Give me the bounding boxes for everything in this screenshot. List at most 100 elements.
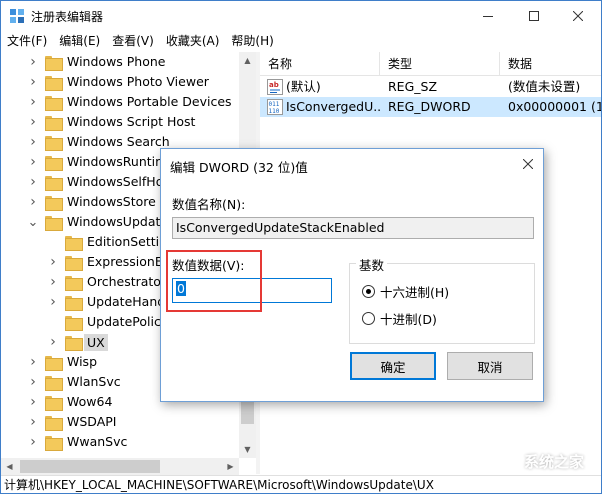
value-name: IsConvergedU... [286, 99, 380, 114]
edit-dword-dialog: 编辑 DWORD (32 位)值 数值名称(N): IsConvergedUpd… [160, 148, 544, 402]
tree-item-label: WindowsStore [67, 194, 156, 209]
tree-horizontal-scroll-thumb[interactable] [20, 460, 160, 473]
chevron-right-icon[interactable]: › [47, 292, 59, 312]
value-type: REG_DWORD [388, 99, 471, 114]
ok-button[interactable]: 确定 [350, 352, 436, 380]
chevron-down-icon[interactable]: ⌄ [27, 212, 39, 232]
tree-item-label: WindowsSelfHos [67, 174, 170, 189]
tree-item[interactable]: › Windows Photo Viewer [1, 72, 241, 92]
value-data-label: 数值数据(V): [172, 258, 245, 273]
list-header: 名称 类型 数据 [260, 52, 601, 76]
column-header-data[interactable]: 数据 [500, 52, 601, 76]
value-data-text: 0 [176, 281, 186, 296]
window-title: 注册表编辑器 [31, 10, 104, 24]
folder-icon [65, 336, 83, 351]
folder-icon [45, 436, 63, 451]
chevron-right-icon[interactable]: › [27, 172, 39, 192]
svg-text:011: 011 [269, 101, 280, 108]
chevron-right-icon[interactable]: › [27, 72, 39, 92]
watermark: 系统之家 [499, 447, 601, 475]
radio-decimal[interactable]: 十进制(D) [362, 309, 437, 328]
folder-icon [45, 56, 63, 71]
chevron-right-icon[interactable]: › [27, 432, 39, 452]
tree-item-label: Wow64 [67, 394, 113, 409]
chevron-right-icon[interactable]: › [27, 412, 39, 432]
string-value-icon: ab [267, 79, 283, 95]
value-name: (默认) [286, 79, 321, 94]
scroll-down-icon[interactable]: ▼ [239, 441, 256, 458]
tree-item-label: UX [84, 334, 108, 351]
scroll-up-icon[interactable]: ▲ [239, 52, 256, 69]
chevron-right-icon[interactable]: › [27, 372, 39, 392]
folder-icon [45, 136, 63, 151]
value-type: REG_SZ [388, 79, 438, 94]
scroll-left-icon[interactable]: ◀ [1, 458, 18, 475]
chevron-right-icon[interactable]: › [47, 252, 59, 272]
dialog-close-button[interactable] [513, 149, 543, 179]
value-row-isconverged[interactable]: 011 110 IsConvergedU... REG_DWORD 0x0000… [260, 97, 601, 117]
tree-item-label: Orchestrator [87, 274, 167, 289]
maximize-icon [529, 11, 539, 21]
tree-item-label: WindowsUpdate [67, 214, 169, 229]
chevron-right-icon[interactable]: › [27, 352, 39, 372]
chevron-right-icon[interactable]: › [47, 332, 59, 352]
tree-item[interactable]: › Windows Portable Devices [1, 92, 241, 112]
status-bar-path: 计算机\HKEY_LOCAL_MACHINE\SOFTWARE\Microsof… [1, 475, 601, 493]
folder-icon [65, 296, 83, 311]
close-button[interactable] [555, 1, 601, 31]
dword-value-icon: 011 110 [267, 99, 283, 115]
tree-item[interactable]: › WwanSvc [1, 432, 241, 452]
chevron-right-icon[interactable]: › [47, 272, 59, 292]
chevron-right-icon[interactable]: › [27, 92, 39, 112]
folder-icon [45, 156, 63, 171]
value-row-default[interactable]: ab (默认) REG_SZ (数值未设置) [260, 77, 601, 97]
chevron-right-icon[interactable]: › [27, 52, 39, 72]
minimize-icon [483, 16, 493, 17]
tree-horizontal-scrollbar[interactable]: ◀ ▶ [1, 458, 239, 475]
folder-icon [65, 236, 83, 251]
value-data-input[interactable]: 0 [172, 278, 332, 303]
chevron-right-icon[interactable]: › [27, 192, 39, 212]
chevron-right-icon[interactable]: › [27, 152, 39, 172]
column-header-type[interactable]: 类型 [380, 52, 500, 76]
chevron-right-icon[interactable]: › [27, 392, 39, 412]
folder-icon [45, 356, 63, 371]
menu-favorites[interactable]: 收藏夹(A) [160, 31, 226, 51]
scroll-right-icon[interactable]: ▶ [222, 458, 239, 475]
folder-icon [45, 196, 63, 211]
radio-hexadecimal[interactable]: 十六进制(H) [362, 282, 449, 301]
base-groupbox [349, 263, 535, 344]
radio-hexadecimal-label: 十六进制(H) [380, 285, 450, 300]
close-icon [523, 159, 533, 169]
tree-item-label: WSDAPI [67, 414, 117, 429]
registry-editor-app-icon [10, 9, 24, 23]
radio-unchecked-icon [362, 312, 375, 325]
dialog-title-bar[interactable]: 编辑 DWORD (32 位)值 [161, 149, 543, 179]
close-icon [573, 11, 583, 21]
menu-view[interactable]: 查看(V) [106, 31, 160, 51]
column-header-name[interactable]: 名称 [260, 52, 380, 76]
menu-edit[interactable]: 编辑(E) [53, 31, 106, 51]
tree-vertical-scroll-thumb[interactable] [241, 402, 254, 424]
folder-icon [45, 416, 63, 431]
value-name-label: 数值名称(N): [172, 197, 246, 212]
tree-item[interactable]: › Windows Script Host [1, 112, 241, 132]
tree-item[interactable]: › Windows Phone [1, 52, 241, 72]
chevron-right-icon[interactable]: › [27, 132, 39, 152]
dialog-title: 编辑 DWORD (32 位)值 [170, 160, 308, 175]
title-bar[interactable]: 注册表编辑器 [1, 1, 601, 31]
minimize-button[interactable] [465, 1, 511, 31]
value-name-field[interactable]: IsConvergedUpdateStackEnabled [172, 217, 534, 239]
folder-icon [45, 116, 63, 131]
maximize-button[interactable] [511, 1, 557, 31]
radio-checked-icon [362, 285, 375, 298]
folder-icon [45, 96, 63, 111]
tree-item-label: Windows Phone [67, 54, 166, 69]
folder-icon [65, 316, 83, 331]
folder-icon [45, 396, 63, 411]
cancel-button[interactable]: 取消 [447, 352, 533, 380]
menu-file[interactable]: 文件(F) [1, 31, 53, 51]
chevron-right-icon[interactable]: › [27, 112, 39, 132]
tree-item[interactable]: › WSDAPI [1, 412, 241, 432]
menu-help[interactable]: 帮助(H) [225, 31, 279, 51]
